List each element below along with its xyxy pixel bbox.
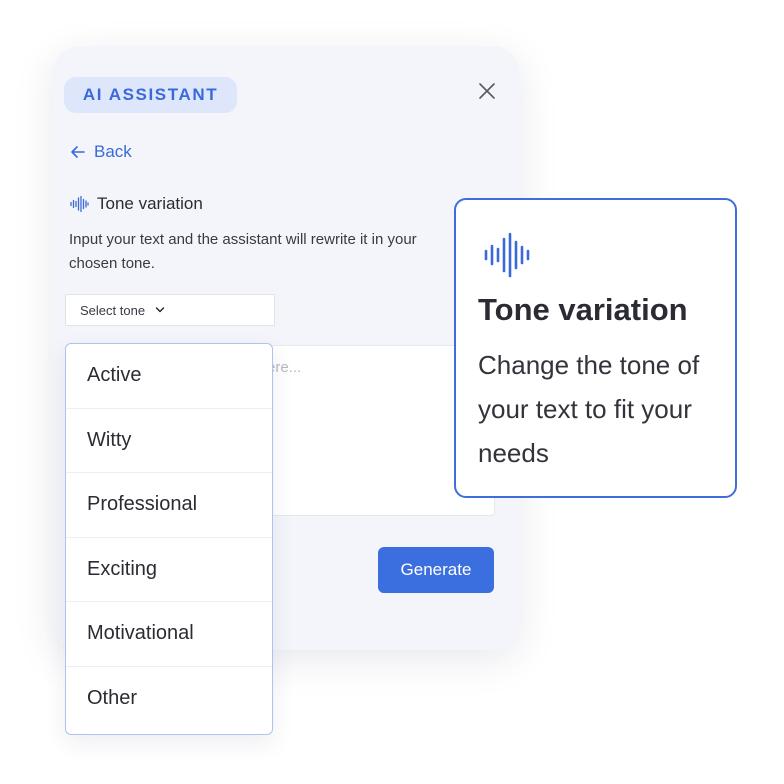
chevron-down-icon [155,307,165,313]
generate-label: Generate [400,560,472,579]
arrow-left-icon [71,146,85,158]
tone-option-label: Active [87,364,142,387]
tone-option-exciting[interactable]: Exciting [66,538,272,602]
tone-select-label: Select tone [80,302,146,318]
tone-option-motivational[interactable]: Motivational [66,602,272,667]
tone-option-label: Exciting [87,557,158,580]
close-button[interactable] [476,80,498,102]
tone-option-label: Witty [87,428,132,451]
ai-assistant-badge: AI ASSISTANT [64,77,237,113]
section-header: Tone variation [70,193,203,215]
feature-card-title: Tone variation [478,292,688,327]
section-description: Input your text and the assistant will r… [69,231,417,272]
tone-option-witty[interactable]: Witty [66,409,272,473]
back-link[interactable]: Back [70,140,132,164]
tone-select[interactable]: Select tone [65,294,275,326]
back-label: Back [94,142,132,161]
waveform-icon [70,196,89,212]
badge-label: AI ASSISTANT [82,85,219,104]
close-icon [479,83,495,99]
waveform-icon [484,232,530,278]
feature-card-body: Change the tone of your text to fit your… [478,350,700,468]
tone-option-label: Other [87,687,138,710]
tone-option-other[interactable]: Other [66,667,272,732]
generate-button[interactable]: Generate [378,547,494,593]
section-title: Tone variation [97,194,203,213]
tone-option-label: Motivational [87,622,194,645]
tone-option-label: Professional [87,493,198,516]
feature-card: Tone variation Change the tone of your t… [454,198,737,498]
tone-option-active[interactable]: Active [66,344,272,409]
tone-option-professional[interactable]: Professional [66,473,272,538]
tone-dropdown-menu: Active Witty Professional Exciting Motiv… [65,343,273,735]
